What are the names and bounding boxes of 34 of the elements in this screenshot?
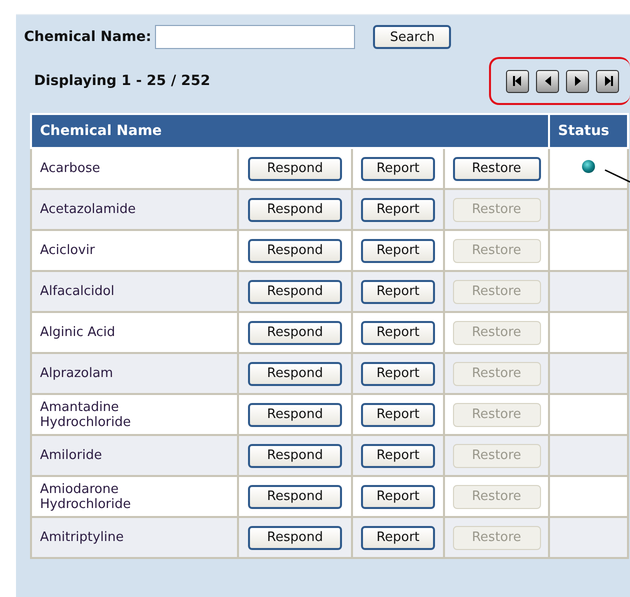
respond-button[interactable]: Respond xyxy=(248,280,342,304)
report-button[interactable]: Report xyxy=(361,198,435,222)
respond-button[interactable]: Respond xyxy=(248,402,342,426)
respond-button[interactable]: Respond xyxy=(248,156,342,180)
chemical-name-input[interactable] xyxy=(155,25,356,49)
first-page-icon xyxy=(512,75,524,87)
respond-button[interactable]: Respond xyxy=(248,362,342,386)
restore-button[interactable]: Restore xyxy=(452,156,541,180)
last-page-button[interactable] xyxy=(596,70,619,92)
previous-page-button[interactable] xyxy=(536,70,559,92)
report-button[interactable]: Report xyxy=(361,238,435,262)
respond-button[interactable]: Respond xyxy=(248,238,342,262)
column-header: Status xyxy=(549,114,628,148)
report-button[interactable]: Report xyxy=(361,484,435,508)
chemical-name-cell: Amitriptyline xyxy=(31,517,238,558)
report-button[interactable]: Report xyxy=(361,320,435,344)
first-page-button[interactable] xyxy=(506,70,529,92)
report-button[interactable]: Report xyxy=(361,526,435,550)
leader-line xyxy=(604,168,630,184)
paging-summary: Displaying 1 - 25 / 252 xyxy=(34,73,210,89)
column-header: Chemical Name xyxy=(31,114,550,148)
report-button[interactable]: Report xyxy=(361,402,435,426)
report-button[interactable]: Report xyxy=(361,156,435,180)
next-page-button[interactable] xyxy=(566,70,589,92)
respond-button[interactable]: Respond xyxy=(248,484,342,508)
respond-button[interactable]: Respond xyxy=(248,444,342,468)
report-button[interactable]: Report xyxy=(361,362,435,386)
report-button[interactable]: Report xyxy=(361,444,435,468)
search-label: Chemical Name: xyxy=(24,29,152,45)
respond-button[interactable]: Respond xyxy=(248,526,342,550)
search-button[interactable]: Search xyxy=(373,25,452,49)
respond-button[interactable]: Respond xyxy=(248,320,342,344)
report-button[interactable]: Report xyxy=(361,280,435,304)
respond-button[interactable]: Respond xyxy=(248,198,342,222)
